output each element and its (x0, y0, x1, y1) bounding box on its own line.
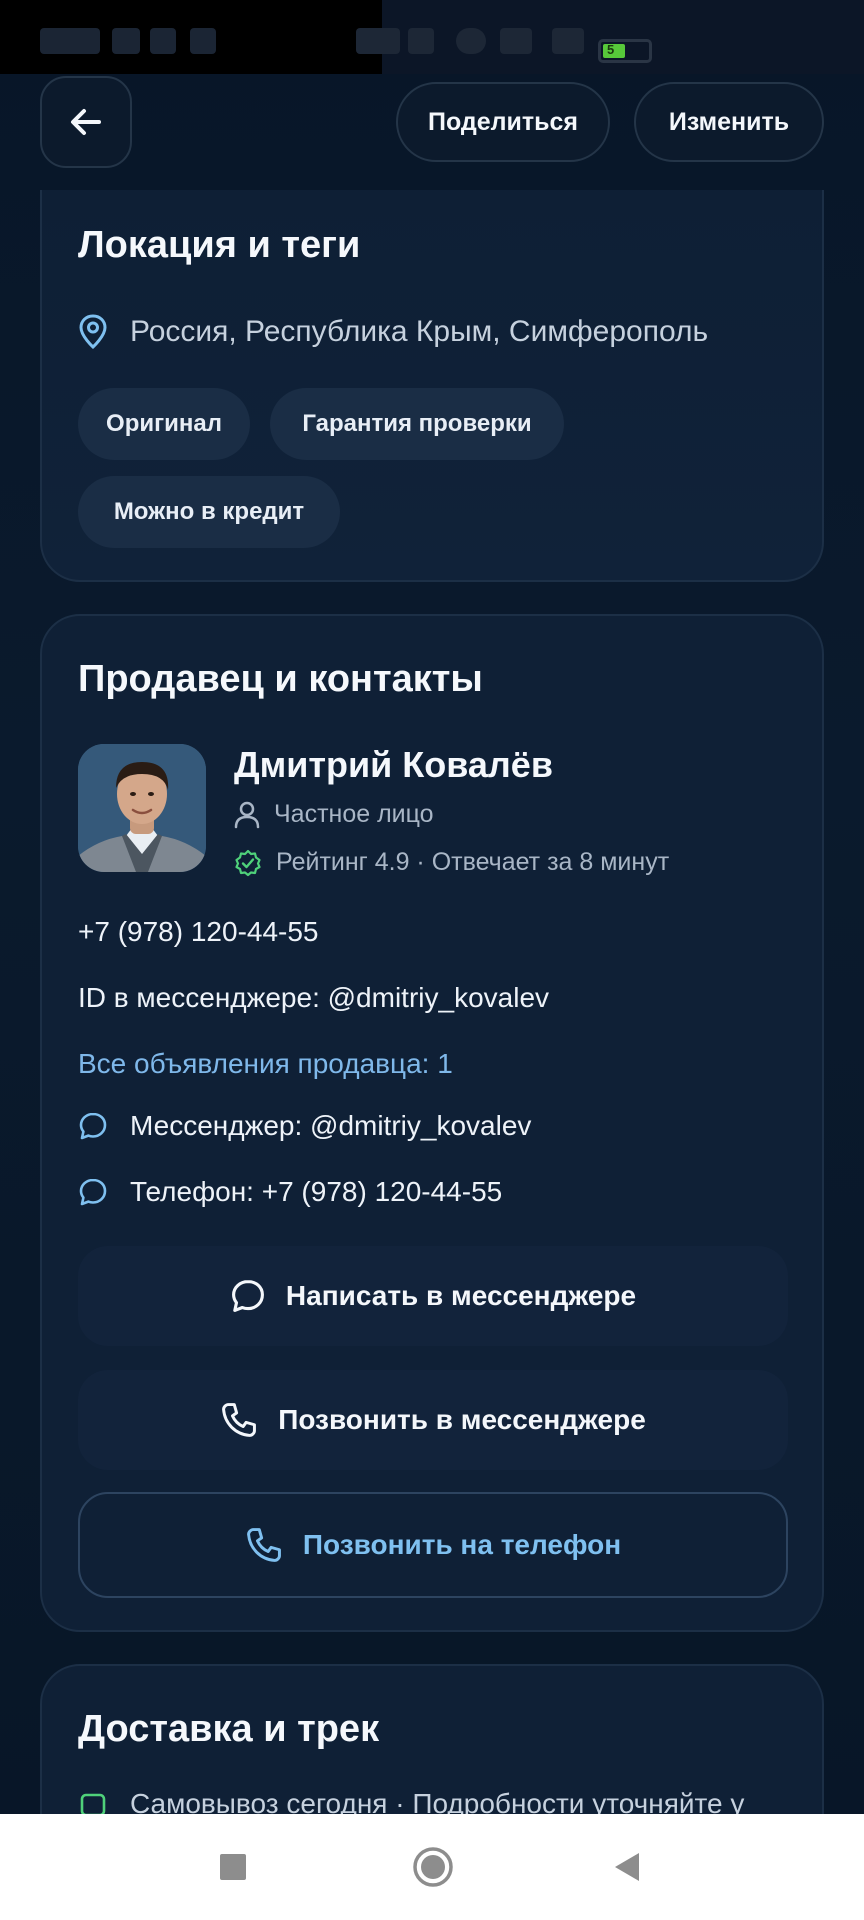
status-icon (190, 28, 216, 54)
share-button[interactable]: Поделиться (396, 82, 610, 162)
status-bar: 5 (0, 0, 864, 76)
delivery-card-title: Доставка и трек (78, 1708, 380, 1750)
signal-icon (408, 28, 434, 54)
user-icon (234, 801, 260, 828)
edit-button[interactable]: Изменить (634, 82, 824, 162)
seller-card-title: Продавец и контакты (78, 658, 483, 700)
write-messenger-label: Написать в мессенджере (285, 1280, 637, 1311)
seller-type: Частное лицо (274, 800, 434, 828)
phone-icon (246, 1528, 281, 1562)
wifi-icon (552, 28, 584, 54)
seller-contacts-card: Продавец и контакты Дмитрий Ковалёв Част… (40, 614, 824, 1632)
call-phone-button[interactable]: Позвонить на телефон (78, 1492, 788, 1598)
tag-chip[interactable]: Оригинал (78, 388, 250, 460)
battery-level: 5 (607, 42, 615, 57)
contact-phone-text: Телефон: +7 (978) 120-44-55 (130, 1176, 503, 1207)
arrow-left-icon (71, 109, 101, 135)
status-icon (356, 28, 400, 54)
signal-icon (500, 28, 532, 54)
circle-home-icon (413, 1847, 453, 1887)
messenger-id: ID в мессенджере: @dmitriy_kovalev (78, 982, 550, 1013)
write-messenger-button[interactable]: Написать в мессенджере (78, 1246, 788, 1346)
seller-rating: Рейтинг 4.9 · Отвечает за 8 минут (276, 848, 670, 876)
seller-name: Дмитрий Ковалёв (234, 744, 553, 785)
avatar[interactable] (78, 744, 206, 872)
location-tags-card: Локация и теги Россия, Республика Крым, … (40, 190, 824, 582)
screen: 5 Поделиться Изменить Локация и теги Рос… (0, 0, 864, 1920)
location-row: Россия, Республика Крым, Симферополь (78, 314, 708, 350)
location-text: Россия, Республика Крым, Симферополь (130, 315, 709, 348)
alarm-icon (456, 28, 486, 54)
battery-icon: 5 (598, 39, 652, 63)
contact-messenger-text: Мессенджер: @dmitriy_kovalev (130, 1110, 532, 1141)
seller-phone[interactable]: +7 (978) 120-44-55 (78, 916, 319, 948)
all-ads-link[interactable]: Все объявления продавца: 1 (78, 1048, 453, 1080)
call-phone-label: Позвонить на телефон (302, 1529, 622, 1560)
status-icon (150, 28, 176, 54)
square-icon (220, 1854, 246, 1880)
contact-row-messenger[interactable]: Мессенджер: @dmitriy_kovalev (78, 1110, 531, 1142)
chat-bubble-icon (231, 1280, 264, 1312)
back-button[interactable] (40, 76, 132, 168)
avatar-photo (78, 744, 206, 872)
seller-type-row: Частное лицо (234, 800, 434, 829)
call-messenger-label: Позвонить в мессенджере (278, 1404, 646, 1435)
location-card-title: Локация и теги (78, 224, 361, 266)
system-back-button[interactable] (602, 1842, 652, 1892)
chat-bubble-icon (79, 1112, 107, 1140)
triangle-back-icon (615, 1853, 639, 1881)
tag-chip[interactable]: Можно в кредит (78, 476, 340, 548)
call-messenger-button[interactable]: Позвонить в мессенджере (78, 1370, 788, 1470)
chat-bubble-icon (79, 1178, 107, 1206)
status-icon (112, 28, 140, 54)
seller-rating-row: Рейтинг 4.9 · Отвечает за 8 минут (234, 848, 669, 877)
recent-apps-button[interactable] (208, 1842, 258, 1892)
home-button[interactable] (408, 1842, 458, 1892)
status-icon (40, 28, 100, 54)
map-pin-icon (79, 314, 107, 350)
contact-row-phone[interactable]: Телефон: +7 (978) 120-44-55 (78, 1176, 502, 1208)
tag-chip[interactable]: Гарантия проверки (270, 388, 564, 460)
navigation-bar (0, 1814, 864, 1920)
verified-check-icon (235, 849, 261, 876)
phone-icon (222, 1403, 257, 1437)
